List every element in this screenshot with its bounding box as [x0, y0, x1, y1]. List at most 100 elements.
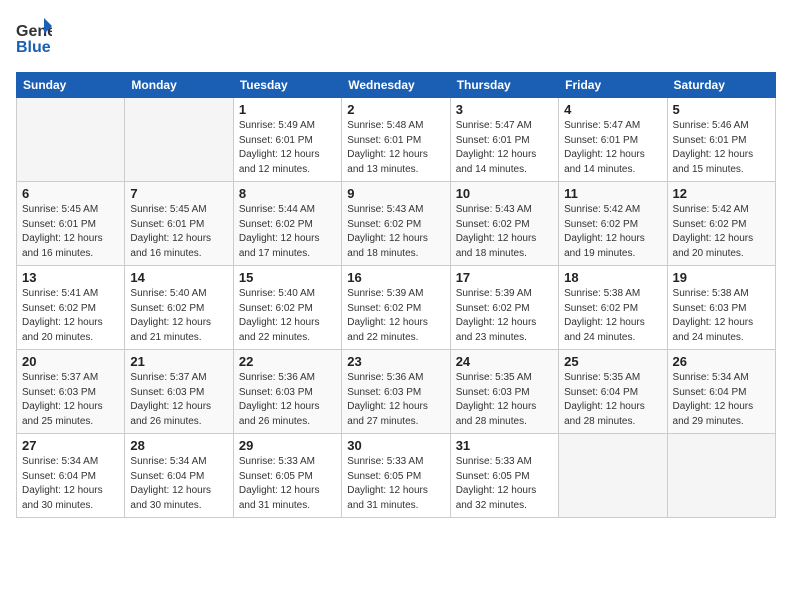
day-number: 26 — [673, 354, 770, 369]
calendar-day-cell: 15 Sunrise: 5:40 AM Sunset: 6:02 PM Dayli… — [233, 266, 341, 350]
day-of-week-header: Saturday — [667, 73, 775, 98]
calendar-day-cell: 8 Sunrise: 5:44 AM Sunset: 6:02 PM Daylig… — [233, 182, 341, 266]
day-info: Sunrise: 5:38 AM Sunset: 6:03 PM Dayligh… — [673, 287, 770, 345]
day-number: 2 — [347, 102, 444, 117]
calendar-day-cell — [125, 98, 233, 182]
day-info: Sunrise: 5:38 AM Sunset: 6:02 PM Dayligh… — [564, 287, 661, 345]
day-info: Sunrise: 5:42 AM Sunset: 6:02 PM Dayligh… — [564, 203, 661, 261]
day-info: Sunrise: 5:33 AM Sunset: 6:05 PM Dayligh… — [239, 455, 336, 513]
day-info: Sunrise: 5:35 AM Sunset: 6:04 PM Dayligh… — [564, 371, 661, 429]
day-info: Sunrise: 5:46 AM Sunset: 6:01 PM Dayligh… — [673, 119, 770, 177]
calendar-week-row: 13 Sunrise: 5:41 AM Sunset: 6:02 PM Dayli… — [17, 266, 776, 350]
day-number: 24 — [456, 354, 553, 369]
calendar-week-row: 1Sunrise: 5:49 AM Sunset: 6:01 PM Daylig… — [17, 98, 776, 182]
calendar-day-cell: 11Sunrise: 5:42 AM Sunset: 6:02 PM Dayli… — [559, 182, 667, 266]
day-of-week-header: Monday — [125, 73, 233, 98]
day-number: 18 — [564, 270, 661, 285]
day-number: 3 — [456, 102, 553, 117]
day-of-week-header: Sunday — [17, 73, 125, 98]
calendar-day-cell: 4 Sunrise: 5:47 AM Sunset: 6:01 PM Daylig… — [559, 98, 667, 182]
page-header: General Blue — [16, 16, 776, 60]
day-info: Sunrise: 5:36 AM Sunset: 6:03 PM Dayligh… — [239, 371, 336, 429]
day-info: Sunrise: 5:43 AM Sunset: 6:02 PM Dayligh… — [347, 203, 444, 261]
day-number: 17 — [456, 270, 553, 285]
day-info: Sunrise: 5:45 AM Sunset: 6:01 PM Dayligh… — [130, 203, 227, 261]
calendar-week-row: 27 Sunrise: 5:34 AM Sunset: 6:04 PM Dayli… — [17, 434, 776, 518]
calendar-day-cell: 18 Sunrise: 5:38 AM Sunset: 6:02 PM Dayli… — [559, 266, 667, 350]
day-number: 22 — [239, 354, 336, 369]
day-number: 29 — [239, 438, 336, 453]
day-number: 30 — [347, 438, 444, 453]
day-of-week-header: Wednesday — [342, 73, 450, 98]
day-info: Sunrise: 5:34 AM Sunset: 6:04 PM Dayligh… — [673, 371, 770, 429]
day-number: 25 — [564, 354, 661, 369]
day-info: Sunrise: 5:47 AM Sunset: 6:01 PM Dayligh… — [456, 119, 553, 177]
day-of-week-header: Thursday — [450, 73, 558, 98]
day-number: 7 — [130, 186, 227, 201]
day-info: Sunrise: 5:33 AM Sunset: 6:05 PM Dayligh… — [456, 455, 553, 513]
day-info: Sunrise: 5:39 AM Sunset: 6:02 PM Dayligh… — [347, 287, 444, 345]
calendar-day-cell: 29 Sunrise: 5:33 AM Sunset: 6:05 PM Dayli… — [233, 434, 341, 518]
calendar-day-cell: 3 Sunrise: 5:47 AM Sunset: 6:01 PM Daylig… — [450, 98, 558, 182]
calendar-week-row: 20 Sunrise: 5:37 AM Sunset: 6:03 PM Dayli… — [17, 350, 776, 434]
calendar-day-cell: 9 Sunrise: 5:43 AM Sunset: 6:02 PM Daylig… — [342, 182, 450, 266]
logo-icon: General Blue — [16, 16, 52, 60]
calendar-day-cell: 13 Sunrise: 5:41 AM Sunset: 6:02 PM Dayli… — [17, 266, 125, 350]
day-info: Sunrise: 5:47 AM Sunset: 6:01 PM Dayligh… — [564, 119, 661, 177]
day-number: 21 — [130, 354, 227, 369]
calendar-week-row: 6 Sunrise: 5:45 AM Sunset: 6:01 PM Daylig… — [17, 182, 776, 266]
day-number: 23 — [347, 354, 444, 369]
svg-text:Blue: Blue — [16, 39, 51, 56]
calendar-header-row: SundayMondayTuesdayWednesdayThursdayFrid… — [17, 73, 776, 98]
calendar-day-cell: 19 Sunrise: 5:38 AM Sunset: 6:03 PM Dayli… — [667, 266, 775, 350]
day-info: Sunrise: 5:43 AM Sunset: 6:02 PM Dayligh… — [456, 203, 553, 261]
calendar-day-cell: 27 Sunrise: 5:34 AM Sunset: 6:04 PM Dayli… — [17, 434, 125, 518]
day-info: Sunrise: 5:48 AM Sunset: 6:01 PM Dayligh… — [347, 119, 444, 177]
day-number: 28 — [130, 438, 227, 453]
calendar-day-cell: 16 Sunrise: 5:39 AM Sunset: 6:02 PM Dayli… — [342, 266, 450, 350]
day-number: 16 — [347, 270, 444, 285]
day-number: 9 — [347, 186, 444, 201]
day-info: Sunrise: 5:34 AM Sunset: 6:04 PM Dayligh… — [22, 455, 119, 513]
day-number: 1 — [239, 102, 336, 117]
calendar-day-cell: 17Sunrise: 5:39 AM Sunset: 6:02 PM Dayli… — [450, 266, 558, 350]
day-number: 6 — [22, 186, 119, 201]
day-number: 20 — [22, 354, 119, 369]
calendar-day-cell: 22 Sunrise: 5:36 AM Sunset: 6:03 PM Dayli… — [233, 350, 341, 434]
calendar-day-cell: 14Sunrise: 5:40 AM Sunset: 6:02 PM Dayli… — [125, 266, 233, 350]
day-info: Sunrise: 5:37 AM Sunset: 6:03 PM Dayligh… — [130, 371, 227, 429]
day-number: 10 — [456, 186, 553, 201]
day-info: Sunrise: 5:34 AM Sunset: 6:04 PM Dayligh… — [130, 455, 227, 513]
calendar-day-cell: 7 Sunrise: 5:45 AM Sunset: 6:01 PM Daylig… — [125, 182, 233, 266]
day-number: 8 — [239, 186, 336, 201]
calendar-day-cell: 5 Sunrise: 5:46 AM Sunset: 6:01 PM Daylig… — [667, 98, 775, 182]
calendar-day-cell: 24Sunrise: 5:35 AM Sunset: 6:03 PM Dayli… — [450, 350, 558, 434]
day-info: Sunrise: 5:40 AM Sunset: 6:02 PM Dayligh… — [239, 287, 336, 345]
day-number: 19 — [673, 270, 770, 285]
day-number: 5 — [673, 102, 770, 117]
calendar-table: SundayMondayTuesdayWednesdayThursdayFrid… — [16, 72, 776, 518]
day-number: 4 — [564, 102, 661, 117]
calendar-day-cell: 25 Sunrise: 5:35 AM Sunset: 6:04 PM Dayli… — [559, 350, 667, 434]
calendar-day-cell: 2 Sunrise: 5:48 AM Sunset: 6:01 PM Daylig… — [342, 98, 450, 182]
day-info: Sunrise: 5:33 AM Sunset: 6:05 PM Dayligh… — [347, 455, 444, 513]
calendar-day-cell: 26 Sunrise: 5:34 AM Sunset: 6:04 PM Dayli… — [667, 350, 775, 434]
day-info: Sunrise: 5:36 AM Sunset: 6:03 PM Dayligh… — [347, 371, 444, 429]
day-info: Sunrise: 5:44 AM Sunset: 6:02 PM Dayligh… — [239, 203, 336, 261]
day-info: Sunrise: 5:41 AM Sunset: 6:02 PM Dayligh… — [22, 287, 119, 345]
day-number: 27 — [22, 438, 119, 453]
calendar-day-cell — [17, 98, 125, 182]
day-of-week-header: Tuesday — [233, 73, 341, 98]
calendar-day-cell: 28 Sunrise: 5:34 AM Sunset: 6:04 PM Dayli… — [125, 434, 233, 518]
day-info: Sunrise: 5:40 AM Sunset: 6:02 PM Dayligh… — [130, 287, 227, 345]
calendar-day-cell: 30 Sunrise: 5:33 AM Sunset: 6:05 PM Dayli… — [342, 434, 450, 518]
calendar-day-cell: 21 Sunrise: 5:37 AM Sunset: 6:03 PM Dayli… — [125, 350, 233, 434]
day-number: 13 — [22, 270, 119, 285]
calendar-day-cell — [559, 434, 667, 518]
logo: General Blue — [16, 16, 52, 60]
day-number: 15 — [239, 270, 336, 285]
calendar-day-cell: 6Sunrise: 5:45 AM Sunset: 6:01 PM Daylig… — [17, 182, 125, 266]
calendar-day-cell: 23 Sunrise: 5:36 AM Sunset: 6:03 PM Dayli… — [342, 350, 450, 434]
calendar-day-cell: 20Sunrise: 5:37 AM Sunset: 6:03 PM Dayli… — [17, 350, 125, 434]
day-number: 12 — [673, 186, 770, 201]
